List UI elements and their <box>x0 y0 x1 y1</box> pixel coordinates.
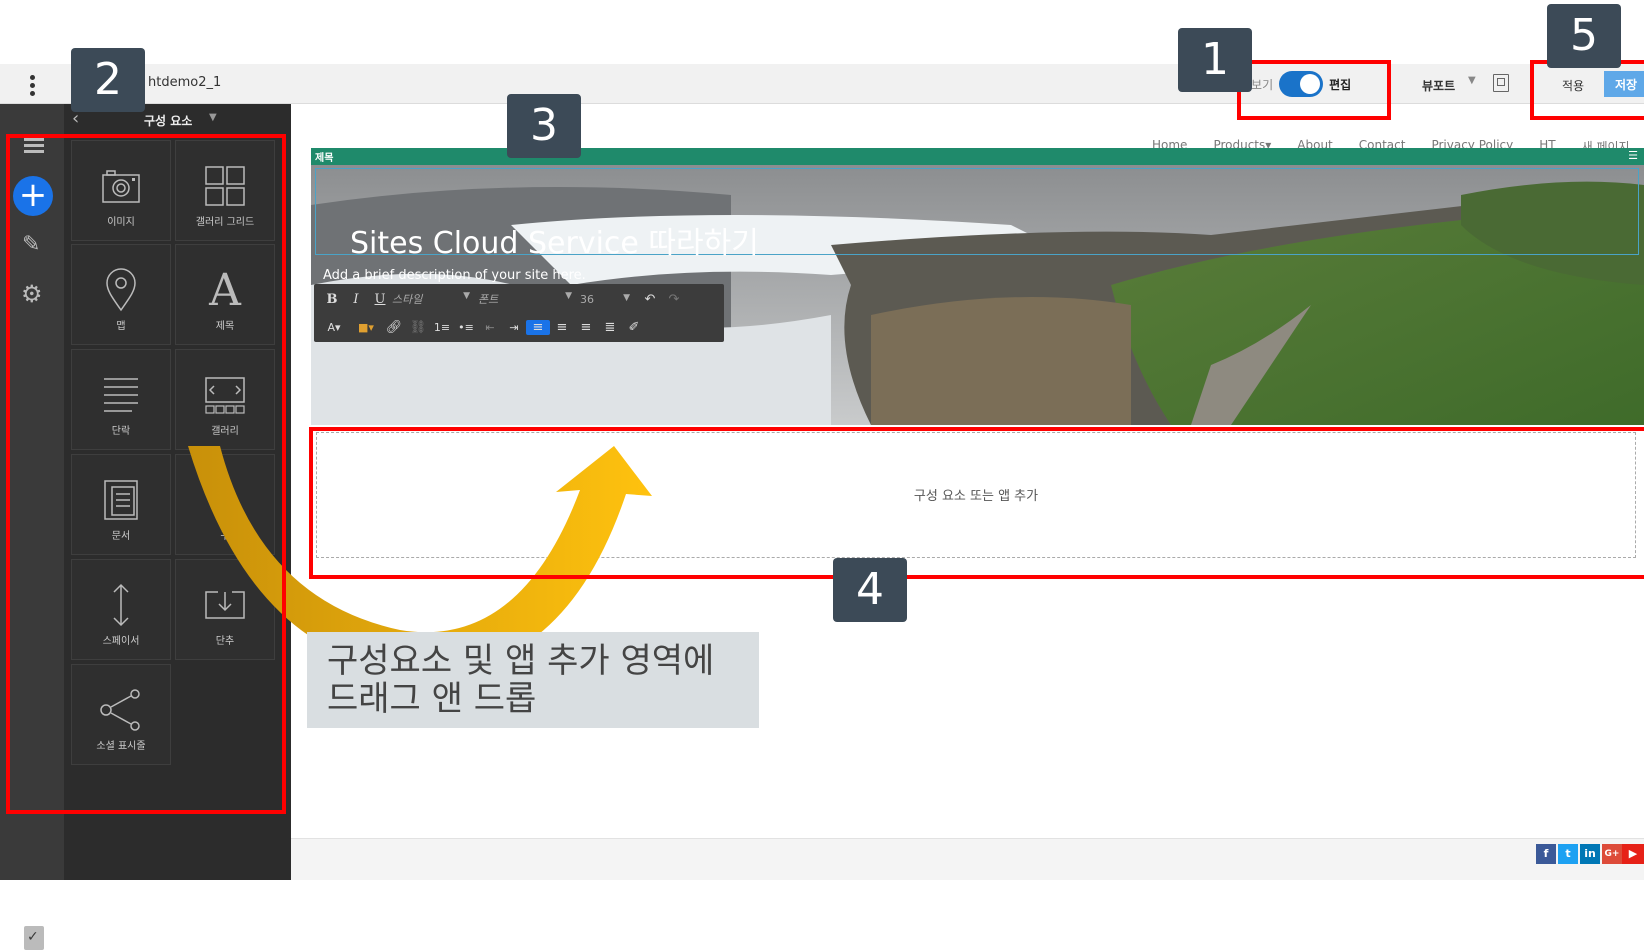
highlight-box-panel <box>6 134 286 814</box>
highlight-box-mode <box>1237 60 1391 120</box>
annotation-badge-5: 5 <box>1547 4 1621 68</box>
highlight-box-dropzone <box>309 427 1644 579</box>
annotation-badge-4: 4 <box>833 558 907 622</box>
instruction-callout: 구성요소 및 앱 추가 영역에 드래그 앤 드롭 <box>307 632 759 728</box>
callout-text: 구성요소 및 앱 추가 영역에 드래그 앤 드롭 <box>327 641 715 719</box>
highlight-box-save <box>1530 60 1644 120</box>
clipboard-check-icon[interactable] <box>24 926 44 950</box>
annotation-badge-3: 3 <box>507 94 581 158</box>
annotation-badge-1: 1 <box>1178 28 1252 92</box>
annotation-badge-2: 2 <box>71 48 145 112</box>
